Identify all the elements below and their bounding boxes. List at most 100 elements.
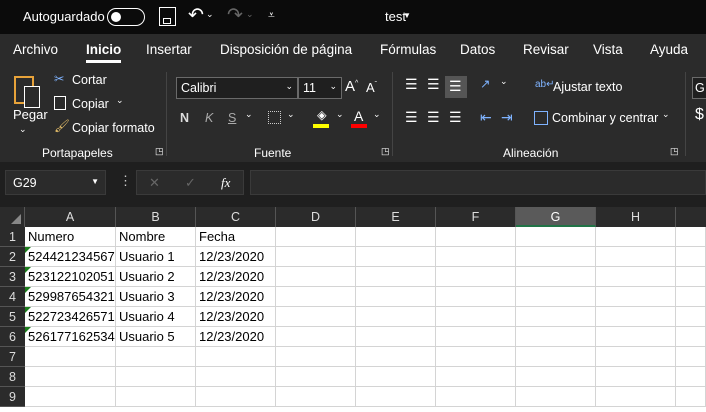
tab-datos[interactable]: Datos	[460, 42, 495, 57]
cell[interactable]	[596, 267, 676, 287]
cell[interactable]: 12/23/2020	[196, 247, 276, 267]
row-header-6[interactable]: 6	[0, 327, 25, 347]
cell[interactable]: 12/23/2020	[196, 267, 276, 287]
cell[interactable]	[116, 347, 196, 367]
cell[interactable]	[436, 367, 516, 387]
spreadsheet-grid[interactable]: A B C D E F G H 1 Numero Nombre Fecha 2 524421234567 U…	[0, 207, 706, 412]
cell[interactable]	[276, 267, 356, 287]
font-size-select[interactable]: 11 ⌄	[298, 77, 342, 99]
column-header-G[interactable]: G	[516, 207, 596, 227]
align-middle-icon[interactable]: ☰	[427, 76, 440, 93]
column-header-A[interactable]: A	[25, 207, 116, 227]
cell[interactable]: Usuario 3	[116, 287, 196, 307]
cell[interactable]	[356, 247, 436, 267]
cell[interactable]: Usuario 5	[116, 327, 196, 347]
wrap-text-button[interactable]: Ajustar texto	[553, 80, 622, 94]
cell[interactable]	[276, 367, 356, 387]
name-box[interactable]: G29 ▼	[5, 170, 106, 195]
cell[interactable]	[436, 247, 516, 267]
column-header-H[interactable]: H	[596, 207, 676, 227]
cell[interactable]	[596, 307, 676, 327]
cell[interactable]	[436, 347, 516, 367]
row-header-1[interactable]: 1	[0, 227, 25, 247]
cell[interactable]	[276, 287, 356, 307]
cell[interactable]	[516, 267, 596, 287]
cell[interactable]	[676, 387, 706, 407]
tab-insertar[interactable]: Insertar	[146, 42, 192, 57]
cell[interactable]	[196, 367, 276, 387]
cell[interactable]	[676, 307, 706, 327]
font-color-icon[interactable]: A	[354, 108, 363, 124]
cell[interactable]	[676, 227, 706, 247]
autosave-toggle[interactable]	[107, 8, 145, 26]
cell[interactable]	[596, 227, 676, 247]
cell[interactable]	[116, 387, 196, 407]
column-header-B[interactable]: B	[116, 207, 196, 227]
align-bottom-button[interactable]: ☰	[445, 76, 467, 98]
cell[interactable]	[276, 227, 356, 247]
decrease-indent-icon[interactable]: ⇤	[480, 109, 492, 126]
row-header-9[interactable]: 9	[0, 387, 25, 407]
font-color-dropdown-icon[interactable]: ⌄	[373, 109, 381, 120]
redo-dropdown-icon[interactable]: ⌄	[246, 9, 254, 20]
align-right-icon[interactable]: ☰	[449, 109, 462, 126]
cell[interactable]	[596, 247, 676, 267]
save-icon[interactable]	[159, 7, 176, 26]
cell[interactable]	[436, 227, 516, 247]
cell[interactable]: Nombre	[116, 227, 196, 247]
cell[interactable]: 529987654321	[25, 287, 116, 307]
cell[interactable]	[356, 267, 436, 287]
cell[interactable]	[276, 307, 356, 327]
cell[interactable]	[116, 367, 196, 387]
select-all-button[interactable]	[0, 207, 25, 227]
undo-icon[interactable]: ↶	[188, 4, 204, 27]
cell[interactable]	[516, 247, 596, 267]
tab-inicio[interactable]: Inicio	[86, 42, 122, 63]
tab-archivo[interactable]: Archivo	[13, 42, 58, 57]
cell[interactable]	[356, 347, 436, 367]
cell[interactable]	[356, 367, 436, 387]
cell[interactable]: 12/23/2020	[196, 327, 276, 347]
cell[interactable]	[516, 227, 596, 247]
cell[interactable]	[596, 367, 676, 387]
cell[interactable]	[25, 387, 116, 407]
error-indicator-icon[interactable]	[25, 327, 31, 333]
tab-ayuda[interactable]: Ayuda	[650, 42, 688, 57]
align-center-icon[interactable]: ☰	[427, 109, 440, 126]
error-indicator-icon[interactable]	[25, 267, 31, 273]
formula-input[interactable]	[250, 170, 706, 195]
cut-button[interactable]: Cortar	[72, 73, 107, 87]
cell[interactable]	[676, 287, 706, 307]
cell[interactable]	[436, 307, 516, 327]
tab-revisar[interactable]: Revisar	[523, 42, 569, 57]
column-header-C[interactable]: C	[196, 207, 276, 227]
cell[interactable]	[436, 327, 516, 347]
cell[interactable]	[276, 327, 356, 347]
fill-dropdown-icon[interactable]: ⌄	[336, 109, 344, 120]
column-header-partial[interactable]	[676, 207, 706, 227]
cell[interactable]	[596, 287, 676, 307]
cell[interactable]	[196, 387, 276, 407]
column-header-F[interactable]: F	[436, 207, 516, 227]
cell[interactable]: 526177162534	[25, 327, 116, 347]
cell[interactable]	[516, 387, 596, 407]
cell[interactable]	[676, 367, 706, 387]
underline-button[interactable]: S	[228, 111, 236, 125]
cell[interactable]	[436, 387, 516, 407]
tab-formulas[interactable]: Fórmulas	[380, 42, 436, 57]
copy-dropdown-icon[interactable]: ⌄	[116, 95, 124, 106]
cell[interactable]: Usuario 2	[116, 267, 196, 287]
cell[interactable]	[516, 347, 596, 367]
cancel-icon[interactable]: ✕	[149, 175, 160, 191]
cell[interactable]	[676, 267, 706, 287]
title-dropdown-icon[interactable]: ▼	[403, 11, 411, 20]
column-header-D[interactable]: D	[276, 207, 356, 227]
font-name-select[interactable]: Calibri ⌄	[176, 77, 298, 99]
cell[interactable]	[25, 367, 116, 387]
customize-toolbar-icon[interactable]: ⩡	[268, 8, 275, 23]
cell[interactable]	[676, 247, 706, 267]
merge-dropdown-icon[interactable]: ⌄	[662, 109, 670, 120]
cell[interactable]	[596, 347, 676, 367]
cell[interactable]: 522723426571	[25, 307, 116, 327]
row-header-7[interactable]: 7	[0, 347, 25, 367]
